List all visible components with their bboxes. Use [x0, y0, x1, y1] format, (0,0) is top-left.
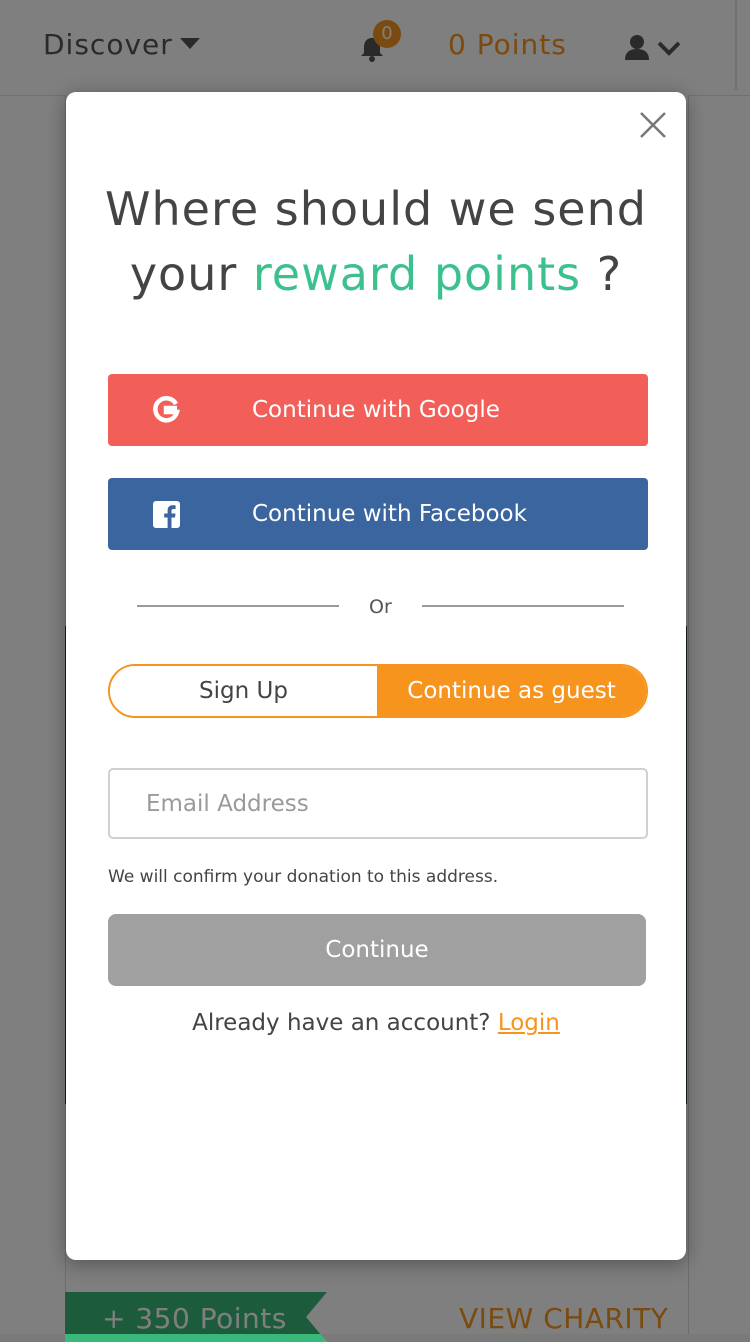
- continue-as-guest-tab[interactable]: Continue as guest: [377, 666, 646, 716]
- title-suffix: ?: [596, 247, 623, 301]
- divider-left: [137, 605, 339, 607]
- auth-mode-toggle: Sign Up Continue as guest: [108, 664, 648, 718]
- title-line-1: Where should we send: [105, 182, 647, 236]
- modal-title: Where should we send your reward points …: [66, 177, 686, 307]
- facebook-icon: [153, 501, 180, 528]
- email-field[interactable]: [108, 768, 648, 839]
- reward-points-modal: Where should we send your reward points …: [66, 92, 686, 1260]
- login-prompt-text: Already have an account?: [192, 1010, 491, 1036]
- title-accent: reward points: [252, 247, 582, 301]
- continue-with-facebook-button[interactable]: Continue with Facebook: [108, 478, 648, 550]
- google-icon: [153, 396, 180, 423]
- title-line-2: your reward points ?: [66, 242, 686, 307]
- login-link[interactable]: Login: [498, 1010, 560, 1036]
- close-icon[interactable]: [638, 110, 668, 140]
- sign-up-tab[interactable]: Sign Up: [110, 666, 377, 716]
- title-prefix: your: [129, 247, 238, 301]
- or-label: Or: [369, 596, 392, 618]
- google-button-label: Continue with Google: [252, 397, 500, 423]
- email-hint: We will confirm your donation to this ad…: [108, 867, 499, 887]
- facebook-button-label: Continue with Facebook: [252, 501, 527, 527]
- login-prompt: Already have an account? Login: [66, 1010, 686, 1036]
- divider-right: [422, 605, 624, 607]
- continue-button[interactable]: Continue: [108, 914, 646, 986]
- continue-with-google-button[interactable]: Continue with Google: [108, 374, 648, 446]
